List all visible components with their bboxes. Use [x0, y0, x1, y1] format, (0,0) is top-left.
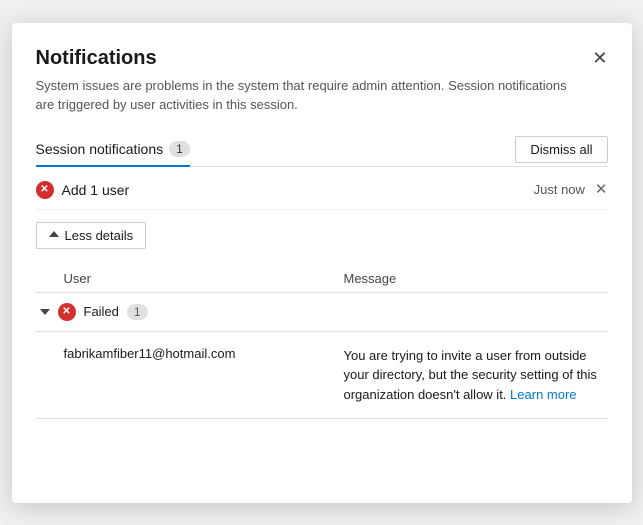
tab-label: Session notifications	[36, 141, 164, 157]
col-user-header: User	[64, 271, 344, 286]
failed-error-icon	[58, 303, 76, 321]
dismiss-all-button[interactable]: Dismiss all	[515, 136, 607, 163]
less-details-label: Less details	[65, 228, 134, 243]
chevron-up-icon	[49, 231, 59, 237]
notifications-dialog: Notifications ✕ System issues are proble…	[12, 23, 632, 503]
learn-more-link[interactable]: Learn more	[510, 387, 576, 402]
tab-session-notifications[interactable]: Session notifications 1	[36, 133, 190, 167]
failed-row[interactable]: Failed 1	[36, 293, 608, 332]
dialog-subtitle: System issues are problems in the system…	[36, 76, 576, 115]
notification-title: Add 1 user	[62, 182, 130, 198]
notification-time: Just now	[534, 182, 585, 197]
failed-count-badge: 1	[127, 304, 148, 320]
notif-left: Add 1 user	[36, 181, 130, 199]
tabs-row: Session notifications 1 Dismiss all	[36, 133, 608, 167]
chevron-down-icon	[40, 309, 50, 315]
failed-label: Failed	[84, 304, 119, 319]
message-text: You are trying to invite a user from out…	[344, 346, 608, 405]
data-row: fabrikamfiber11@hotmail.com You are tryi…	[36, 332, 608, 420]
table-header: User Message	[36, 265, 608, 293]
table-section: User Message Failed 1 fabrikamfiber11@ho…	[36, 265, 608, 420]
tab-badge: 1	[169, 141, 190, 157]
notif-right: Just now ✕	[534, 182, 608, 197]
dialog-title: Notifications	[36, 47, 157, 70]
error-icon	[36, 181, 54, 199]
dialog-header: Notifications ✕	[36, 47, 608, 70]
less-details-button[interactable]: Less details	[36, 222, 147, 249]
notification-close-button[interactable]: ✕	[595, 182, 608, 197]
notification-item: Add 1 user Just now ✕	[36, 167, 608, 210]
col-message-header: Message	[344, 271, 608, 286]
dialog-close-button[interactable]: ✕	[592, 49, 607, 67]
user-email: fabrikamfiber11@hotmail.com	[64, 346, 344, 361]
